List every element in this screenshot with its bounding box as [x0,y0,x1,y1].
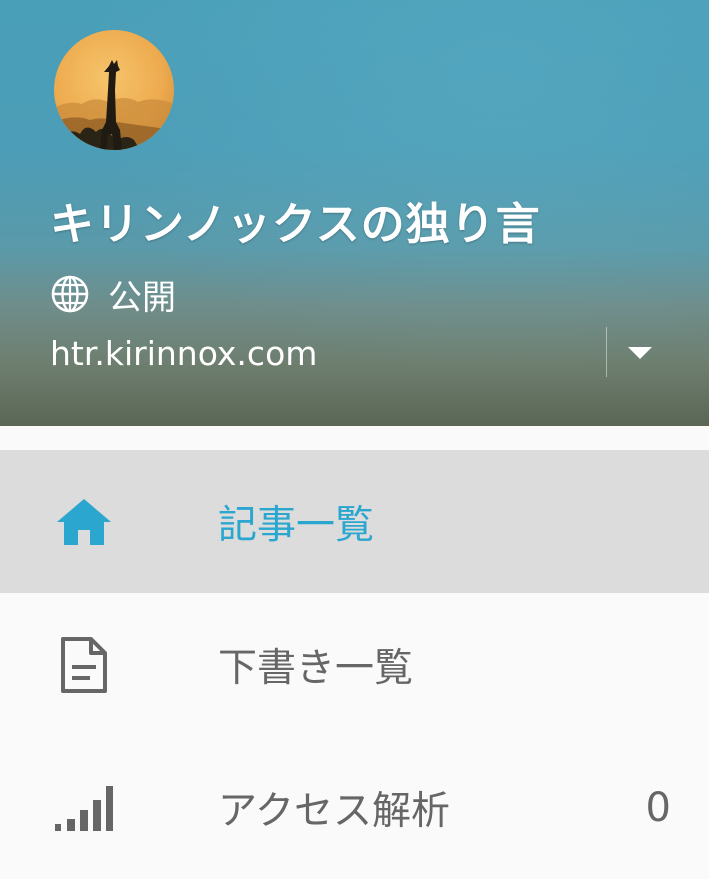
globe-icon [51,275,89,313]
caret-down-icon [628,347,652,359]
visibility-label: 公開 [108,277,176,318]
blog-url: htr.kirinnox.com [50,334,318,373]
nav-item-drafts[interactable]: 下書き一覧 [0,593,709,736]
signal-bars-icon [54,778,114,838]
blog-avatar[interactable] [54,30,174,150]
drawer-nav: 記事一覧 下書き一覧 アクセス解析 0 [0,450,709,879]
nav-item-articles[interactable]: 記事一覧 [0,450,709,593]
nav-item-label: アクセス解析 [218,788,451,834]
visibility-status: 公開 [50,272,176,318]
home-icon [54,492,114,552]
giraffe-avatar-image [54,60,174,150]
document-icon [54,635,114,695]
blog-header: キリンノックスの独り言 公開 htr.kirinnox.com [0,0,709,426]
blog-switcher-dropdown[interactable] [612,330,668,376]
nav-item-analytics[interactable]: アクセス解析 0 [0,736,709,879]
analytics-count: 0 [645,784,671,831]
header-divider [606,327,607,377]
blog-title: キリンノックスの独り言 [50,199,541,250]
nav-item-label: 下書き一覧 [218,645,414,691]
nav-item-label: 記事一覧 [218,502,375,548]
